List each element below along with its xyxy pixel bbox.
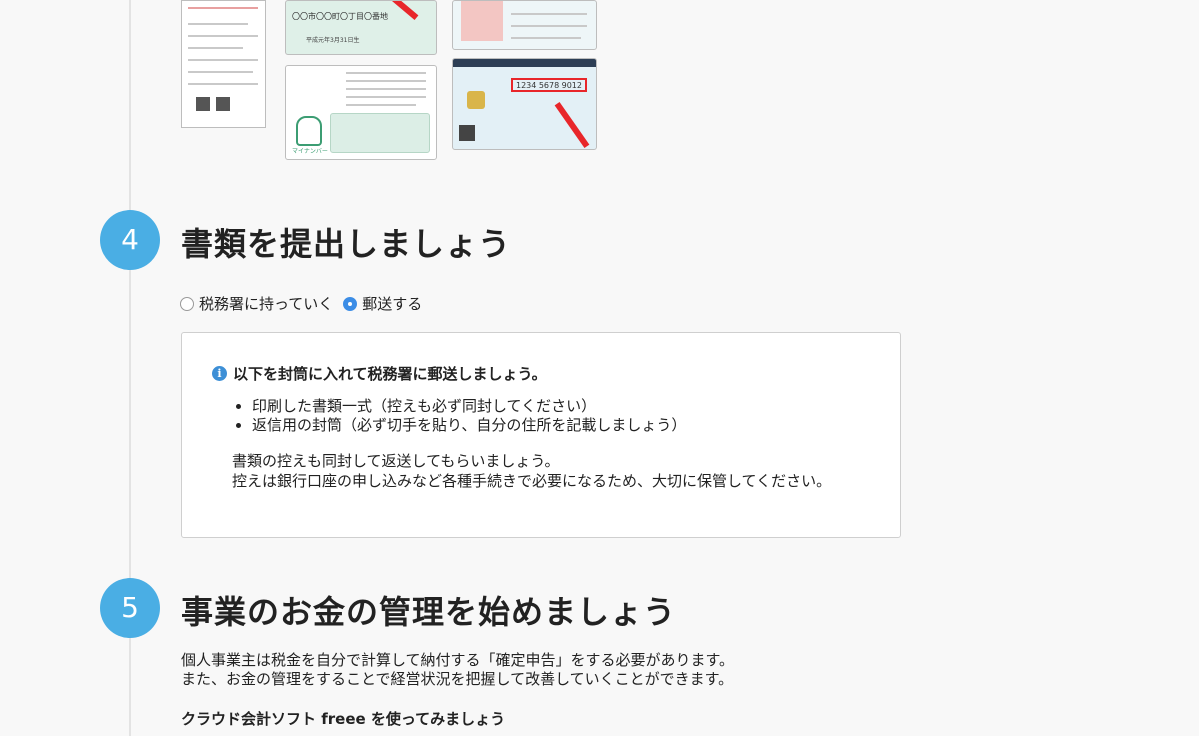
digit-group: 5678 xyxy=(538,81,560,90)
card-dob-text: 平成元年3月31日生 xyxy=(306,37,360,44)
description-line: 個人事業主は税金を自分で計算して納付する「確定申告」をする必要があります。 xyxy=(181,651,735,669)
freee-subheading: クラウド会計ソフト freee を使ってみましょう xyxy=(181,710,506,728)
radio-label: 税務署に持っていく xyxy=(199,295,334,313)
submission-method-radio-group: 税務署に持っていく 郵送する xyxy=(180,293,432,314)
mail-items-list: 印刷した書類一式（控えも必ず同封してください） 返信用の封筒（必ず切手を貼り、自… xyxy=(232,397,686,435)
mynumber-card-back-thumbnail: 1234 5678 9012 xyxy=(452,58,597,150)
info-note-line: 控えは銀行口座の申し込みなど各種手続きで必要になるため、大切に保管してください。 xyxy=(232,472,832,490)
red-arrow-icon xyxy=(554,101,590,149)
mascot-icon xyxy=(296,116,322,146)
radio-unchecked-icon[interactable] xyxy=(180,296,194,311)
step-4-title: 書類を提出しましょう xyxy=(181,225,512,263)
radio-bring-to-tax-office[interactable]: 税務署に持っていく xyxy=(180,293,333,314)
list-item: 印刷した書類一式（控えも必ず同封してください） xyxy=(252,397,686,416)
digit-group: 1234 xyxy=(516,81,537,90)
info-heading-row: i 以下を封筒に入れて税務署に郵送しましょう。 xyxy=(212,363,547,384)
qr-code-icon xyxy=(196,97,210,111)
info-icon: i xyxy=(212,366,227,381)
step-4-number: 4 xyxy=(100,210,160,270)
card-address-text: 〇〇市〇〇町〇丁目〇番地 xyxy=(292,12,388,21)
tax-form-thumbnail xyxy=(181,0,266,128)
radio-checked-icon[interactable] xyxy=(343,296,358,311)
mail-instructions-box: i 以下を封筒に入れて税務署に郵送しましょう。 印刷した書類一式（控えも必ず同封… xyxy=(181,332,901,538)
radio-send-by-mail[interactable]: 郵送する xyxy=(343,293,422,314)
mynumber-digits: 1234 5678 9012 xyxy=(511,78,587,92)
notification-card-front-thumbnail: 〇〇市〇〇町〇丁目〇番地 平成元年3月31日生 xyxy=(285,0,437,55)
qr-code-icon xyxy=(216,97,230,111)
mascot-label: マイナンバー xyxy=(292,148,328,155)
red-arrow-icon xyxy=(391,1,419,20)
list-item: 返信用の封筒（必ず切手を貼り、自分の住所を記載しましょう） xyxy=(252,416,686,435)
notification-card-back-thumbnail: マイナンバー xyxy=(285,65,437,160)
mynumber-card-photo-thumbnail xyxy=(452,0,597,50)
info-note: 書類の控えも同封して返送してもらいましょう。 控えは銀行口座の申し込みなど各種手… xyxy=(232,451,852,491)
portrait-photo xyxy=(461,1,503,41)
ic-chip-icon xyxy=(467,91,485,109)
info-heading: 以下を封筒に入れて税務署に郵送しましょう。 xyxy=(233,365,547,383)
step-5-description: 個人事業主は税金を自分で計算して納付する「確定申告」をする必要があります。 また… xyxy=(181,651,734,689)
step-5-number: 5 xyxy=(100,578,160,638)
step-5-title: 事業のお金の管理を始めましょう xyxy=(181,593,677,631)
info-note-line: 書類の控えも同封して返送してもらいましょう。 xyxy=(232,452,560,470)
radio-label: 郵送する xyxy=(362,295,423,313)
description-line: また、お金の管理をすることで経営状況を把握して改善していくことができます。 xyxy=(181,670,734,688)
qr-code-icon xyxy=(459,125,475,141)
digit-group: 9012 xyxy=(561,81,582,90)
